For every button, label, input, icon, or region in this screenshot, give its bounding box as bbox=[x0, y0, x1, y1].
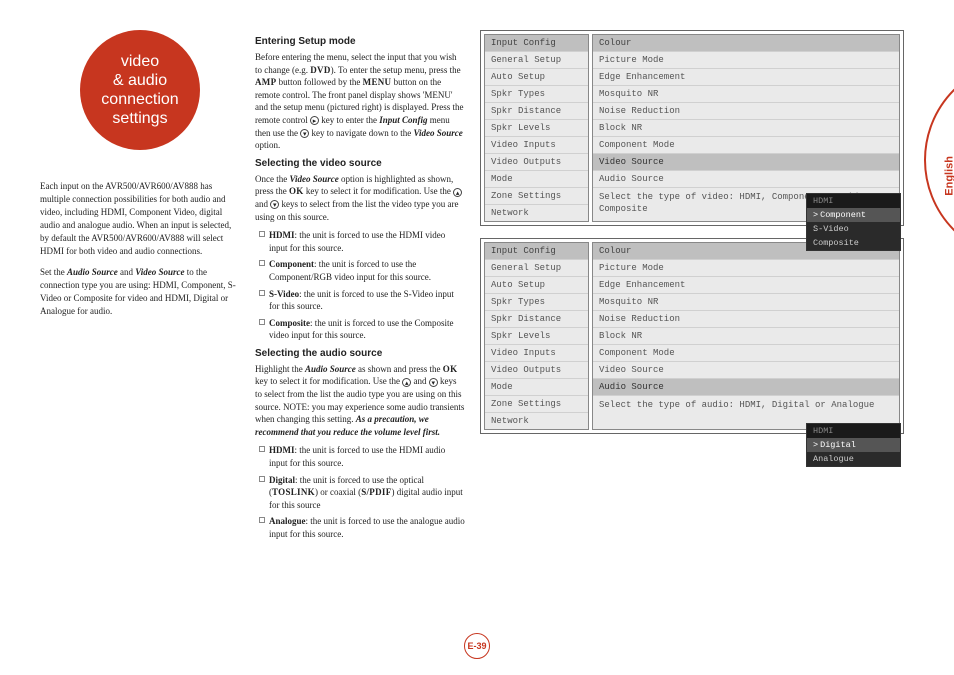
down-key-icon: ▾ bbox=[300, 129, 309, 138]
menu-item: Zone Settings bbox=[485, 396, 588, 413]
menu-left-list: Input ConfigGeneral SetupAuto SetupSpkr … bbox=[484, 34, 589, 222]
menu-item: Colour bbox=[593, 35, 899, 52]
audio-source-popup: HDMI Digital Analogue bbox=[806, 423, 901, 467]
menu-item: Spkr Types bbox=[485, 294, 588, 311]
audio-body: Highlight the Audio Source as shown and … bbox=[255, 363, 465, 439]
bullet-icon bbox=[259, 231, 265, 237]
menu-item: Spkr Levels bbox=[485, 120, 588, 137]
right-key-icon: ▸ bbox=[310, 116, 319, 125]
popup-option-selected: Digital bbox=[807, 438, 900, 452]
menu-item: Mosquito NR bbox=[593, 294, 899, 311]
bullet: Composite: the unit is forced to use the… bbox=[255, 317, 465, 342]
up-key-icon: ▴ bbox=[402, 378, 411, 387]
bullet: HDMI: the unit is forced to use the HDMI… bbox=[255, 229, 465, 254]
menu-item: Auto Setup bbox=[485, 69, 588, 86]
right-column: Input ConfigGeneral SetupAuto SetupSpkr … bbox=[480, 30, 904, 645]
menu-left-list: Input ConfigGeneral SetupAuto SetupSpkr … bbox=[484, 242, 589, 430]
bullet: Digital: the unit is forced to use the o… bbox=[255, 474, 465, 512]
bullet-icon bbox=[259, 290, 265, 296]
language-tab: English bbox=[924, 60, 954, 260]
video-body: Once the Video Source option is highligh… bbox=[255, 173, 465, 223]
popup-option: S-Video bbox=[807, 222, 900, 236]
menu-item: Spkr Distance bbox=[485, 103, 588, 120]
menu-right-list: ColourPicture ModeEdge EnhancementMosqui… bbox=[592, 34, 900, 222]
middle-column: Entering Setup mode Before entering the … bbox=[255, 30, 465, 645]
language-label: English bbox=[944, 156, 954, 196]
menu-item: Network bbox=[485, 413, 588, 429]
menu-item: Input Config bbox=[485, 243, 588, 260]
heading-entering: Entering Setup mode bbox=[255, 36, 465, 47]
section-title-circle: video & audio connection settings bbox=[80, 30, 200, 150]
menu-panel-audio: Input ConfigGeneral SetupAuto SetupSpkr … bbox=[480, 238, 904, 434]
popup-option-selected: Component bbox=[807, 208, 900, 222]
bullet-icon bbox=[259, 517, 265, 523]
circle-line: video bbox=[101, 52, 178, 71]
bullet-icon bbox=[259, 446, 265, 452]
left-column: video & audio connection settings Each i… bbox=[40, 30, 240, 645]
menu-item: Video Inputs bbox=[485, 345, 588, 362]
audio-bullets: HDMI: the unit is forced to use the HDMI… bbox=[255, 444, 465, 540]
menu-item: Block NR bbox=[593, 328, 899, 345]
menu-item: Component Mode bbox=[593, 137, 899, 154]
menu-item: Picture Mode bbox=[593, 260, 899, 277]
heading-video: Selecting the video source bbox=[255, 158, 465, 169]
video-source-popup: HDMI Component S-Video Composite bbox=[806, 193, 901, 251]
menu-item: Video Outputs bbox=[485, 154, 588, 171]
menu-help-text: Select the type of audio: HDMI, Digital … bbox=[593, 395, 899, 416]
menu-panel-video: Input ConfigGeneral SetupAuto SetupSpkr … bbox=[480, 30, 904, 226]
menu-item: Spkr Types bbox=[485, 86, 588, 103]
popup-option: Analogue bbox=[807, 452, 900, 466]
bullet: Component: the unit is forced to use the… bbox=[255, 258, 465, 283]
menu-item: Picture Mode bbox=[593, 52, 899, 69]
menu-item: Video Inputs bbox=[485, 137, 588, 154]
menu-item: Component Mode bbox=[593, 345, 899, 362]
bullet: Analogue: the unit is forced to use the … bbox=[255, 515, 465, 540]
menu-item: Zone Settings bbox=[485, 188, 588, 205]
menu-item: Network bbox=[485, 205, 588, 221]
bullet-icon bbox=[259, 476, 265, 482]
entering-body: Before entering the menu, select the inp… bbox=[255, 51, 465, 152]
popup-option: Composite bbox=[807, 236, 900, 250]
page-number: E-39 bbox=[464, 633, 490, 659]
bullet: S-Video: the unit is forced to use the S… bbox=[255, 288, 465, 313]
up-key-icon: ▴ bbox=[453, 188, 462, 197]
menu-item: Mode bbox=[485, 171, 588, 188]
menu-right-list: ColourPicture ModeEdge EnhancementMosqui… bbox=[592, 242, 900, 430]
menu-item: Spkr Distance bbox=[485, 311, 588, 328]
intro-p2: Set the Audio Source and Video Source to… bbox=[40, 266, 240, 318]
video-bullets: HDMI: the unit is forced to use the HDMI… bbox=[255, 229, 465, 342]
menu-item: Video Outputs bbox=[485, 362, 588, 379]
menu-item: Noise Reduction bbox=[593, 311, 899, 328]
menu-item: Edge Enhancement bbox=[593, 277, 899, 294]
intro-p1: Each input on the AVR500/AVR600/AV888 ha… bbox=[40, 180, 240, 258]
menu-item: Block NR bbox=[593, 120, 899, 137]
bullet-icon bbox=[259, 260, 265, 266]
bullet: HDMI: the unit is forced to use the HDMI… bbox=[255, 444, 465, 469]
menu-item: General Setup bbox=[485, 260, 588, 277]
heading-audio: Selecting the audio source bbox=[255, 348, 465, 359]
menu-item: Spkr Levels bbox=[485, 328, 588, 345]
menu-item: Auto Setup bbox=[485, 277, 588, 294]
menu-item: Edge Enhancement bbox=[593, 69, 899, 86]
down-key-icon: ▾ bbox=[429, 378, 438, 387]
popup-option: HDMI bbox=[807, 194, 900, 208]
circle-line: settings bbox=[101, 109, 178, 128]
menu-item: Audio Source bbox=[593, 379, 899, 395]
menu-item: Video Source bbox=[593, 154, 899, 171]
intro-text: Each input on the AVR500/AVR600/AV888 ha… bbox=[40, 180, 240, 318]
menu-item: Video Source bbox=[593, 362, 899, 379]
menu-item: Mode bbox=[485, 379, 588, 396]
menu-item: Audio Source bbox=[593, 171, 899, 187]
circle-line: connection bbox=[101, 90, 178, 109]
menu-item: Input Config bbox=[485, 35, 588, 52]
menu-item: Noise Reduction bbox=[593, 103, 899, 120]
popup-option: HDMI bbox=[807, 424, 900, 438]
bullet-icon bbox=[259, 319, 265, 325]
menu-item: Mosquito NR bbox=[593, 86, 899, 103]
menu-item: General Setup bbox=[485, 52, 588, 69]
down-key-icon: ▾ bbox=[270, 200, 279, 209]
circle-line: & audio bbox=[101, 71, 178, 90]
